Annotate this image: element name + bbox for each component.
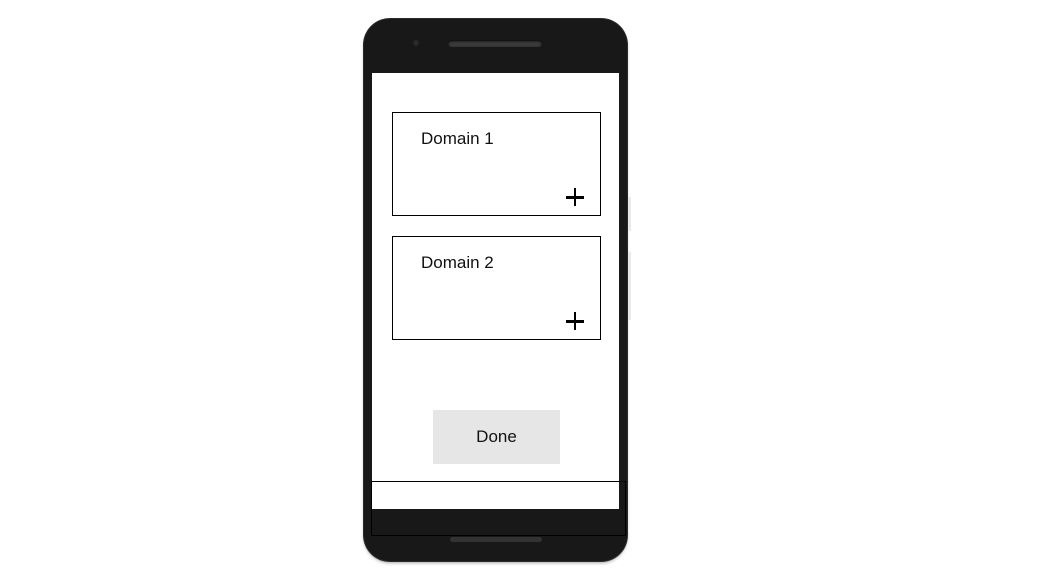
- speaker-grille: [448, 40, 542, 47]
- done-button[interactable]: Done: [433, 410, 560, 464]
- power-button: [628, 252, 631, 320]
- plus-icon[interactable]: [564, 185, 586, 209]
- domain-card-2[interactable]: Domain 2: [392, 236, 601, 340]
- camera-icon: [412, 39, 420, 47]
- domain-title: Domain 1: [421, 129, 494, 148]
- domain-card-1[interactable]: Domain 1: [392, 112, 601, 216]
- navigation-bar-outline: [371, 481, 626, 536]
- plus-icon[interactable]: [564, 309, 586, 333]
- volume-button: [628, 197, 631, 231]
- bottom-speaker-grille: [450, 537, 542, 542]
- domain-title: Domain 2: [421, 253, 494, 272]
- app-screen: Domain 1 Domain 2 Done: [372, 73, 619, 509]
